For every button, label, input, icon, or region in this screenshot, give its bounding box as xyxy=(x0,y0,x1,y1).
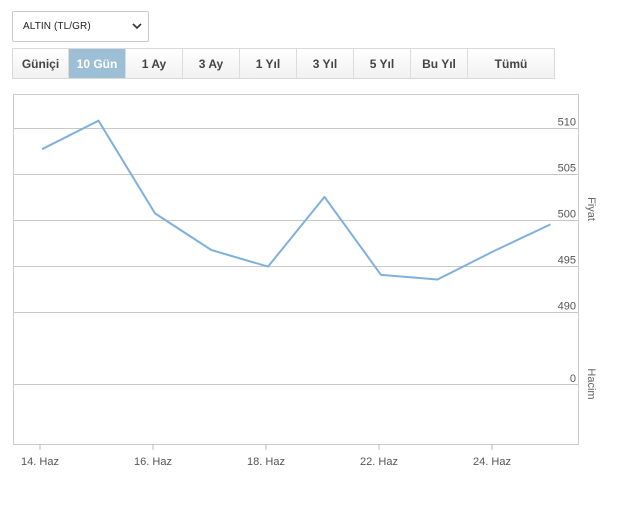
price-tick-label: 510 xyxy=(558,117,576,129)
x-tick-label: 22. Haz xyxy=(360,456,398,468)
price-axis: 510 505 500 495 490 xyxy=(558,117,576,313)
volume-tick-label: 0 xyxy=(570,373,576,385)
x-tick-label: 14. Haz xyxy=(21,456,59,468)
x-tick-label: 24. Haz xyxy=(473,456,511,468)
x-tick-label: 18. Haz xyxy=(247,456,285,468)
price-chart: 510 505 500 495 490 0 Fiyat Hacim 14. Haz 16.… xyxy=(13,94,597,468)
price-tick-label: 505 xyxy=(558,163,576,175)
volume-axis-label: Hacim xyxy=(585,368,597,399)
price-tick-label: 500 xyxy=(558,209,576,221)
price-tick-label: 490 xyxy=(558,301,576,313)
price-gridlines xyxy=(14,128,578,313)
x-axis: 14. Haz 16. Haz 18. Haz 22. Haz 24. Haz xyxy=(21,444,511,468)
price-tick-label: 495 xyxy=(558,255,576,267)
x-tick-label: 16. Haz xyxy=(134,456,172,468)
price-series-line xyxy=(41,119,551,281)
price-axis-label: Fiyat xyxy=(585,197,597,221)
chart-frame xyxy=(13,94,579,445)
